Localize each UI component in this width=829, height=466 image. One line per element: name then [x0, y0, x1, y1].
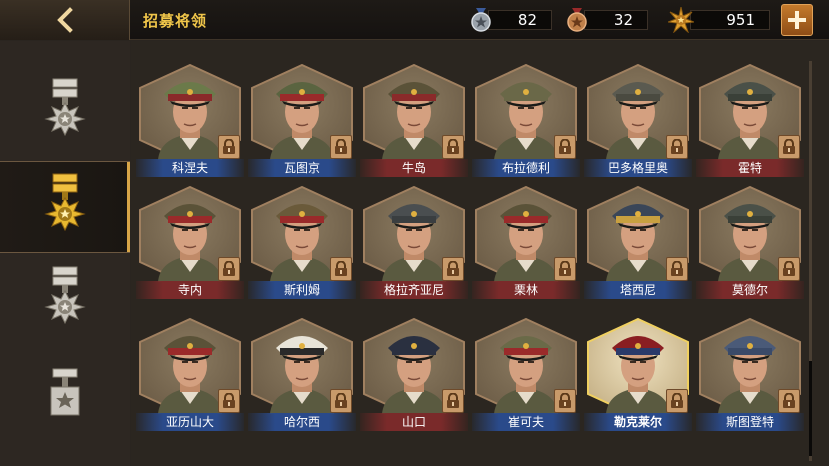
locked-badge [330, 257, 352, 281]
locked-badge [442, 389, 464, 413]
padlock-icon [783, 139, 795, 154]
padlock-icon [335, 139, 347, 154]
gold-badge-resource: 951 [668, 7, 770, 33]
silver-medal-count: 82 [488, 10, 552, 30]
bronze-medal-resource: 32 [566, 8, 648, 32]
locked-badge [666, 389, 688, 413]
locked-badge [666, 257, 688, 281]
padlock-icon [671, 139, 683, 154]
general-name: 塔西尼 [584, 281, 692, 299]
rank-1-insignia-icon [44, 78, 86, 137]
scrollbar-thumb[interactable] [809, 361, 812, 456]
locked-badge [442, 257, 464, 281]
general-card[interactable]: 瓦图京 [248, 64, 356, 186]
gold-star-badge-icon [668, 7, 694, 33]
locked-badge [554, 257, 576, 281]
gold-badge-count: 951 [690, 10, 770, 30]
padlock-icon [447, 393, 459, 408]
locked-badge [218, 389, 240, 413]
general-name: 霍特 [696, 159, 804, 177]
padlock-icon [783, 393, 795, 408]
general-card[interactable]: 山口 [360, 318, 468, 440]
padlock-icon [335, 261, 347, 276]
general-card[interactable]: 勒克莱尔 [584, 318, 692, 440]
rank-tab-2[interactable] [0, 161, 130, 253]
locked-badge [778, 389, 800, 413]
locked-badge [666, 135, 688, 159]
general-name: 巴多格里奥 [584, 159, 692, 177]
padlock-icon [223, 393, 235, 408]
bronze-medal-count: 32 [584, 10, 648, 30]
padlock-icon [783, 261, 795, 276]
general-card[interactable]: 斯图登特 [696, 318, 804, 440]
general-card[interactable]: 莫德尔 [696, 186, 804, 308]
general-card[interactable]: 巴多格里奥 [584, 64, 692, 186]
locked-badge [778, 135, 800, 159]
general-name: 栗林 [472, 281, 580, 299]
padlock-icon [559, 139, 571, 154]
padlock-icon [671, 261, 683, 276]
general-card[interactable]: 牛岛 [360, 64, 468, 186]
general-name: 斯图登特 [696, 413, 804, 431]
silver-medal-resource: 82 [470, 8, 552, 32]
general-card[interactable]: 塔西尼 [584, 186, 692, 308]
rank-4-insignia-icon [50, 368, 80, 416]
bronze-medal-icon [567, 8, 587, 32]
rank-tab-3[interactable] [0, 255, 130, 347]
rank-sidebar [0, 41, 130, 466]
general-name: 瓦图京 [248, 159, 356, 177]
general-card[interactable]: 崔可夫 [472, 318, 580, 440]
general-name: 莫德尔 [696, 281, 804, 299]
padlock-icon [447, 139, 459, 154]
padlock-icon [335, 393, 347, 408]
locked-badge [442, 135, 464, 159]
general-card[interactable]: 亚历山大 [136, 318, 244, 440]
general-name: 哈尔西 [248, 413, 356, 431]
page-title: 招募将领 [143, 12, 208, 30]
general-card[interactable]: 斯利姆 [248, 186, 356, 308]
locked-badge [554, 135, 576, 159]
general-name: 布拉德利 [472, 159, 580, 177]
general-card[interactable]: 哈尔西 [248, 318, 356, 440]
general-name: 山口 [360, 413, 468, 431]
padlock-icon [671, 393, 683, 408]
general-name: 牛岛 [360, 159, 468, 177]
rank-2-insignia-icon [44, 173, 86, 232]
generals-grid: 科涅夫 瓦图京 牛岛 布拉德利 巴多格里奥 霍特寺内 斯利姆 格拉齐亚尼 栗林 塔西尼 莫德尔亚历山… [131, 41, 829, 466]
general-card[interactable]: 布拉德利 [472, 64, 580, 186]
general-card[interactable]: 科涅夫 [136, 64, 244, 186]
padlock-icon [559, 261, 571, 276]
general-name: 斯利姆 [248, 281, 356, 299]
general-name: 崔可夫 [472, 413, 580, 431]
general-card[interactable]: 格拉齐亚尼 [360, 186, 468, 308]
padlock-icon [447, 261, 459, 276]
locked-badge [554, 389, 576, 413]
back-button[interactable] [0, 0, 130, 40]
padlock-icon [223, 139, 235, 154]
general-card[interactable]: 栗林 [472, 186, 580, 308]
general-name: 寺内 [136, 281, 244, 299]
chevron-left-icon [57, 7, 73, 33]
silver-medal-icon [471, 8, 491, 32]
locked-badge [330, 389, 352, 413]
general-card[interactable]: 霍特 [696, 64, 804, 186]
padlock-icon [559, 393, 571, 408]
locked-badge [218, 135, 240, 159]
locked-badge [330, 135, 352, 159]
rank-tab-1[interactable] [0, 67, 130, 159]
general-card[interactable]: 寺内 [136, 186, 244, 308]
padlock-icon [223, 261, 235, 276]
plus-icon [788, 11, 806, 29]
add-resource-button[interactable] [781, 4, 813, 36]
locked-badge [778, 257, 800, 281]
general-name: 格拉齐亚尼 [360, 281, 468, 299]
rank-tab-4[interactable] [0, 349, 130, 441]
locked-badge [218, 257, 240, 281]
general-name: 亚历山大 [136, 413, 244, 431]
general-name: 勒克莱尔 [584, 413, 692, 431]
top-bar: 招募将领 82 32 951 [0, 0, 829, 40]
rank-3-insignia-icon [44, 266, 86, 325]
general-name: 科涅夫 [136, 159, 244, 177]
